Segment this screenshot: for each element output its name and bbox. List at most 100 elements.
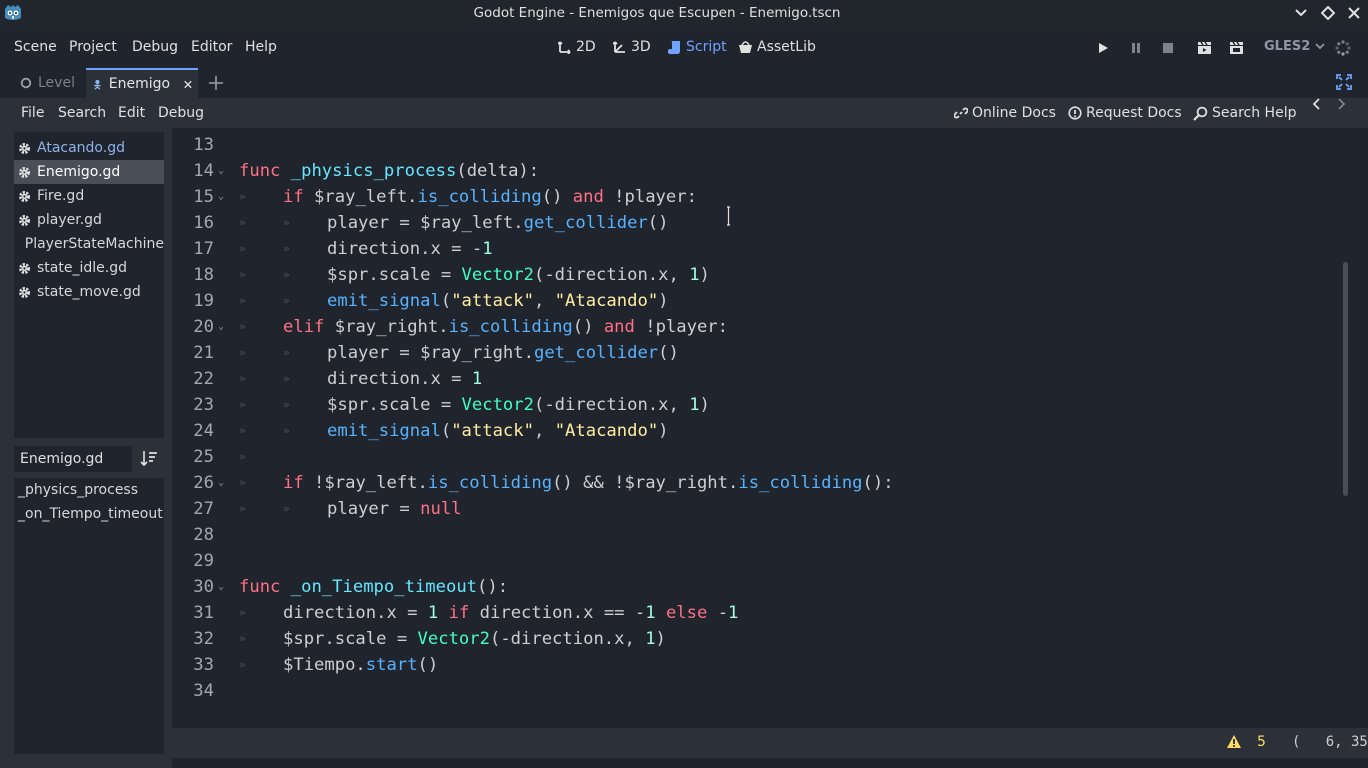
fold-arrow-icon[interactable]: ⌄ — [218, 314, 230, 340]
pause-button[interactable] — [1128, 40, 1144, 56]
workspace-3d-button[interactable]: 3D — [613, 28, 651, 66]
code-text: emit_signal("attack", "Atacando") — [327, 291, 669, 311]
menu-scene[interactable]: Scene — [14, 28, 57, 66]
code-text: if $ray_left.is_colliding() and !player: — [283, 187, 697, 207]
request-docs-button[interactable]: Request Docs — [1068, 98, 1182, 128]
line-number: 21 — [193, 343, 214, 363]
scene-tab-enemigo[interactable]: Enemigo — [86, 68, 198, 98]
code-line[interactable]: 26 ⌄ » if !$ray_left.is_colliding() && !$ra… — [172, 470, 1342, 496]
code-line[interactable]: 31 » direction.x = 1 if direction.x == -1 … — [172, 600, 1342, 626]
script-editor-toolbar: File Search Edit Debug Online Docs Reque… — [0, 98, 1368, 128]
renderer-select[interactable]: GLES2 — [1264, 28, 1325, 66]
code-line[interactable]: 14 ⌄ func _physics_process(delta): — [172, 158, 1342, 184]
code-line[interactable]: 32 » $spr.scale = Vector2(-direction.x, 1) — [172, 626, 1342, 652]
script-item-state-idle[interactable]: state_idle.gd — [14, 256, 164, 280]
code-line[interactable]: 16 » » player = $ray_left.get_collider() — [172, 210, 1342, 236]
script-item-label: Atacando.gd — [37, 140, 125, 156]
tab-marker-icon: » — [239, 606, 246, 619]
search-help-button[interactable]: Search Help — [1193, 98, 1296, 128]
chevron-down-icon — [1315, 43, 1325, 50]
gear-icon — [19, 142, 30, 154]
workspace-assetlib-button[interactable]: AssetLib — [738, 28, 816, 66]
menu-debug[interactable]: Debug — [132, 28, 178, 66]
method-filter-input[interactable]: Enemigo.gd — [14, 446, 132, 472]
script-item-enemigo[interactable]: Enemigo.gd — [14, 160, 164, 184]
code-line[interactable]: 20 ⌄ » elif $ray_right.is_colliding() and !… — [172, 314, 1342, 340]
code-line[interactable]: 23 » » $spr.scale = Vector2(-direction.x, 1… — [172, 392, 1342, 418]
script-side-panel: Atacando.gd Enemigo.gd Fire.gd player.gd… — [0, 128, 172, 768]
play-custom-scene-button[interactable] — [1228, 40, 1244, 56]
code-line[interactable]: 29 — [172, 548, 1342, 574]
script-item-label: state_move.gd — [37, 284, 141, 300]
play-scene-button[interactable] — [1196, 40, 1212, 56]
code-line[interactable]: 27 » » player = null — [172, 496, 1342, 522]
line-number: 15 — [193, 187, 214, 207]
warning-icon[interactable] — [1226, 734, 1242, 749]
fold-arrow-icon[interactable]: ⌄ — [218, 470, 230, 496]
code-line[interactable]: 34 — [172, 678, 1342, 704]
script-menu-edit[interactable]: Edit — [118, 98, 145, 128]
close-window-button[interactable] — [1345, 4, 1363, 22]
distraction-free-button[interactable] — [1336, 74, 1352, 94]
play-icon — [1099, 43, 1108, 53]
code-line[interactable]: 15 ⌄ » if $ray_left.is_colliding() and !pla… — [172, 184, 1342, 210]
code-line[interactable]: 25 » — [172, 444, 1342, 470]
gear-icon — [18, 243, 19, 245]
script-item-playerstatemachine[interactable]: PlayerStateMachine — [14, 232, 164, 256]
code-line[interactable]: 13 — [172, 132, 1342, 158]
method-list: _physics_process _on_Tiempo_timeout — [14, 478, 164, 754]
minimize-button[interactable] — [1292, 4, 1310, 22]
method-item-on-tiempo-timeout[interactable]: _on_Tiempo_timeout — [18, 502, 163, 526]
code-line[interactable]: 19 » » emit_signal("attack", "Atacando") — [172, 288, 1342, 314]
tab-marker-icon: » — [283, 372, 290, 385]
fold-arrow-icon[interactable]: ⌄ — [218, 158, 230, 184]
code-line[interactable]: 24 » » emit_signal("attack", "Atacando") — [172, 418, 1342, 444]
menu-editor[interactable]: Editor — [191, 28, 232, 66]
fold-arrow-icon[interactable]: ⌄ — [218, 184, 230, 210]
code-line[interactable]: 30 ⌄ func _on_Tiempo_timeout(): — [172, 574, 1342, 600]
menu-project[interactable]: Project — [69, 28, 117, 66]
script-item-state-move[interactable]: state_move.gd — [14, 280, 164, 304]
history-forward-button[interactable] — [1336, 98, 1346, 110]
scene-tabs: Level Enemigo — [0, 66, 1368, 98]
script-menu-debug[interactable]: Debug — [158, 98, 204, 128]
line-number: 18 — [193, 265, 214, 285]
workspace-2d-button[interactable]: 2D — [558, 28, 596, 66]
code-line[interactable]: 22 » » direction.x = 1 — [172, 366, 1342, 392]
play-button[interactable] — [1095, 40, 1111, 56]
code-text: func _physics_process(delta): — [239, 161, 540, 181]
gear-icon — [19, 166, 30, 178]
warning-count[interactable]: 5 — [1257, 728, 1266, 756]
script-item-fire[interactable]: Fire.gd — [14, 184, 164, 208]
script-item-player[interactable]: player.gd — [14, 208, 164, 232]
new-scene-tab-button[interactable] — [202, 68, 230, 98]
sort-methods-button[interactable] — [140, 450, 160, 468]
method-item-physics-process[interactable]: _physics_process — [18, 478, 138, 502]
chevron-left-icon — [1312, 98, 1320, 110]
code-editor[interactable]: 13 14 ⌄ func _physics_process(delta): 15 ⌄» if… — [172, 128, 1352, 724]
search-help-label: Search Help — [1212, 105, 1297, 121]
online-docs-button[interactable]: Online Docs — [954, 98, 1056, 128]
script-menu-file[interactable]: File — [21, 98, 44, 128]
stop-button[interactable] — [1160, 40, 1176, 56]
scene-tab-level[interactable]: Level — [14, 68, 81, 98]
scene-tab-label: Level — [38, 75, 75, 91]
code-line[interactable]: 17 » » direction.x = -1 — [172, 236, 1342, 262]
script-item-atacando[interactable]: Atacando.gd — [14, 136, 164, 160]
code-editor-scrollbar[interactable] — [1343, 262, 1348, 496]
maximize-button[interactable] — [1319, 4, 1337, 22]
progress-spinner — [1335, 40, 1351, 56]
code-line[interactable]: 28 — [172, 522, 1342, 548]
history-back-button[interactable] — [1312, 98, 1322, 110]
node-circle-icon — [20, 77, 32, 89]
code-line[interactable]: 21 » » player = $ray_right.get_collider() — [172, 340, 1342, 366]
close-icon[interactable] — [184, 79, 192, 90]
workspace-script-button[interactable]: Script — [668, 28, 727, 66]
code-line[interactable]: 18 » » $spr.scale = Vector2(-direction.x, 1… — [172, 262, 1342, 288]
menu-help[interactable]: Help — [245, 28, 277, 66]
line-number: 28 — [193, 525, 214, 545]
fold-arrow-icon[interactable]: ⌄ — [218, 574, 230, 600]
line-number: 23 — [193, 395, 214, 415]
script-menu-search[interactable]: Search — [58, 98, 106, 128]
code-line[interactable]: 33 » $Tiempo.start() — [172, 652, 1342, 678]
